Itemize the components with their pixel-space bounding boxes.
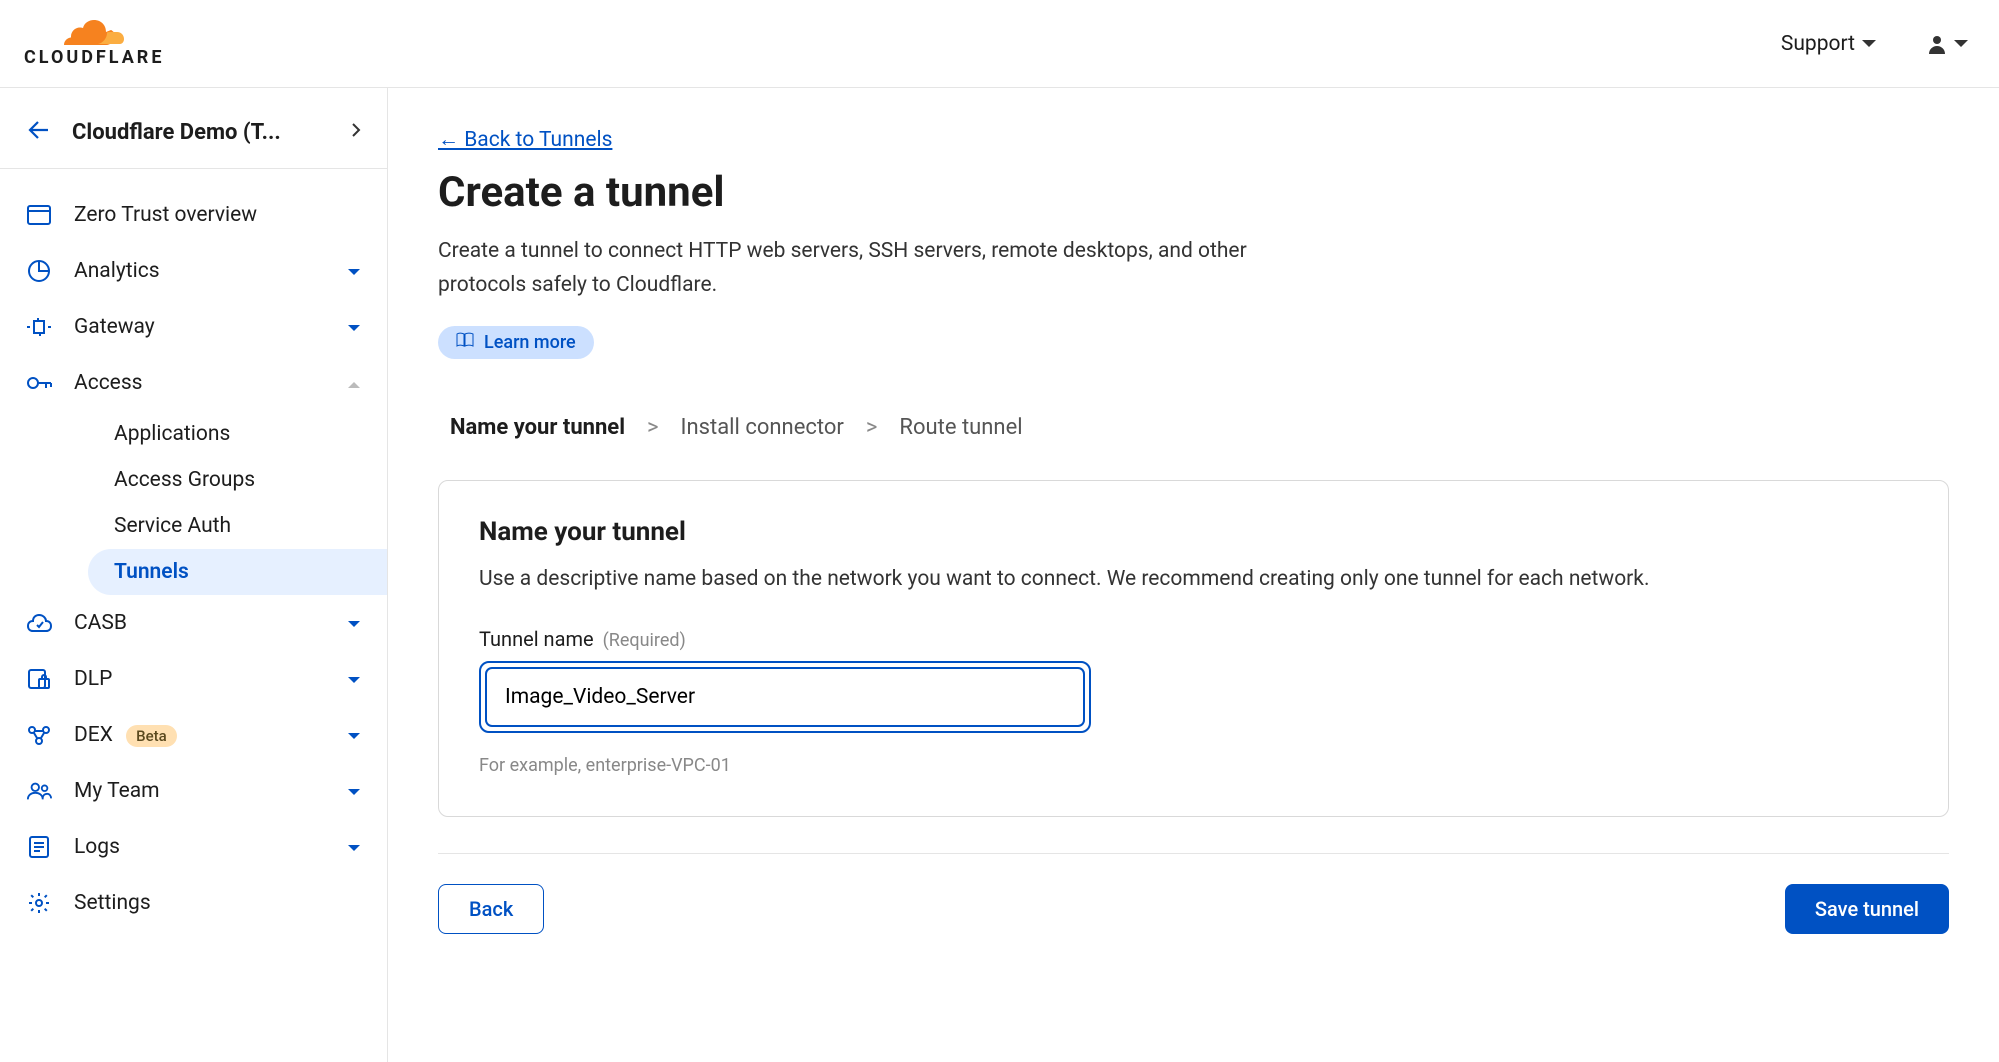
learn-more-button[interactable]: Learn more [438,326,594,359]
sidebar-item-applications[interactable]: Applications [88,411,387,457]
analytics-icon [26,258,52,284]
caret-down-icon [347,611,361,635]
required-indicator: (Required) [603,630,686,651]
sidebar: Cloudflare Demo (T... Zero Trust overvie… [0,88,388,1062]
nav-label: DLP [74,667,325,691]
nav-label: Analytics [74,259,325,283]
nav-label: CASB [74,611,325,635]
step-separator: > [866,415,878,440]
learn-more-label: Learn more [484,332,576,353]
sidebar-item-analytics[interactable]: Analytics [0,243,387,299]
support-menu[interactable]: Support [1781,32,1877,56]
step-route-tunnel[interactable]: Route tunnel [899,415,1022,440]
sidebar-item-casb[interactable]: CASB [0,595,387,651]
casb-icon [26,610,52,636]
nav-label: My Team [74,779,325,803]
sidebar-item-settings[interactable]: Settings [0,875,387,931]
wizard-steps: Name your tunnel > Install connector > R… [438,359,1949,480]
step-separator: > [647,415,659,440]
nav-label: Service Auth [114,514,231,538]
sidebar-item-service-auth[interactable]: Service Auth [88,503,387,549]
user-icon [1925,32,1949,56]
sidebar-nav: Zero Trust overview Analytics Gateway [0,169,387,949]
gear-icon [26,890,52,916]
footer-actions: Back Save tunnel [438,853,1949,934]
nav-label: Access [74,371,325,395]
cloud-icon [62,19,126,49]
nav-label: Settings [74,891,361,915]
support-label: Support [1781,32,1855,56]
user-menu[interactable] [1925,32,1969,56]
chevron-right-icon[interactable] [351,122,361,142]
brand-name: CLOUDFLARE [24,47,164,68]
caret-down-icon [347,835,361,859]
caret-down-icon [347,723,361,747]
dlp-icon [26,666,52,692]
nav-label: Zero Trust overview [74,203,361,227]
back-to-tunnels-link[interactable]: ← Back to Tunnels [438,128,612,152]
sidebar-item-tunnels[interactable]: Tunnels [88,549,387,595]
gateway-icon [26,314,52,340]
page-title: Create a tunnel [438,168,1949,217]
access-icon [26,370,52,396]
dex-icon [26,722,52,748]
sidebar-item-logs[interactable]: Logs [0,819,387,875]
beta-badge: Beta [126,725,177,747]
tunnel-form-card: Name your tunnel Use a descriptive name … [438,480,1949,817]
caret-down-icon [347,315,361,339]
nav-label: Tunnels [114,560,189,584]
sidebar-item-access-groups[interactable]: Access Groups [88,457,387,503]
sidebar-item-dex[interactable]: DEX Beta [0,707,387,763]
caret-down-icon [1861,39,1877,49]
save-tunnel-button[interactable]: Save tunnel [1785,884,1949,934]
card-description: Use a descriptive name based on the netw… [479,567,1908,591]
account-name: Cloudflare Demo (T... [72,120,329,145]
nav-label: Gateway [74,315,325,339]
sidebar-item-access[interactable]: Access [0,355,387,411]
topbar-right: Support [1781,32,1969,56]
caret-down-icon [347,259,361,283]
account-switcher[interactable]: Cloudflare Demo (T... [0,96,387,169]
tunnel-name-hint: For example, enterprise-VPC-01 [479,755,1908,776]
sidebar-item-dlp[interactable]: DLP [0,651,387,707]
logs-icon [26,834,52,860]
step-install-connector[interactable]: Install connector [681,415,844,440]
caret-down-icon [1953,39,1969,49]
tunnel-name-label: Tunnel name (Required) [479,627,1908,651]
sidebar-item-gateway[interactable]: Gateway [0,299,387,355]
overview-icon [26,202,52,228]
access-subnav: Applications Access Groups Service Auth … [0,411,387,595]
back-button[interactable]: Back [438,884,544,934]
sidebar-item-my-team[interactable]: My Team [0,763,387,819]
back-arrow-icon[interactable] [26,118,50,146]
book-icon [456,332,474,353]
caret-down-icon [347,667,361,691]
nav-label: Logs [74,835,325,859]
nav-label: DEX Beta [74,723,325,747]
team-icon [26,778,52,804]
logo[interactable]: CLOUDFLARE [24,19,164,68]
topbar: CLOUDFLARE Support [0,0,1999,88]
nav-label: Access Groups [114,468,255,492]
nav-label: Applications [114,422,230,446]
caret-down-icon [347,779,361,803]
step-name-tunnel[interactable]: Name your tunnel [450,415,625,440]
card-title: Name your tunnel [479,517,1908,547]
input-focus-ring [479,661,1091,733]
page-description: Create a tunnel to connect HTTP web serv… [438,235,1288,302]
caret-up-icon [347,371,361,395]
sidebar-item-overview[interactable]: Zero Trust overview [0,187,387,243]
main-content: ← Back to Tunnels Create a tunnel Create… [388,88,1999,1062]
tunnel-name-input[interactable] [485,667,1085,727]
